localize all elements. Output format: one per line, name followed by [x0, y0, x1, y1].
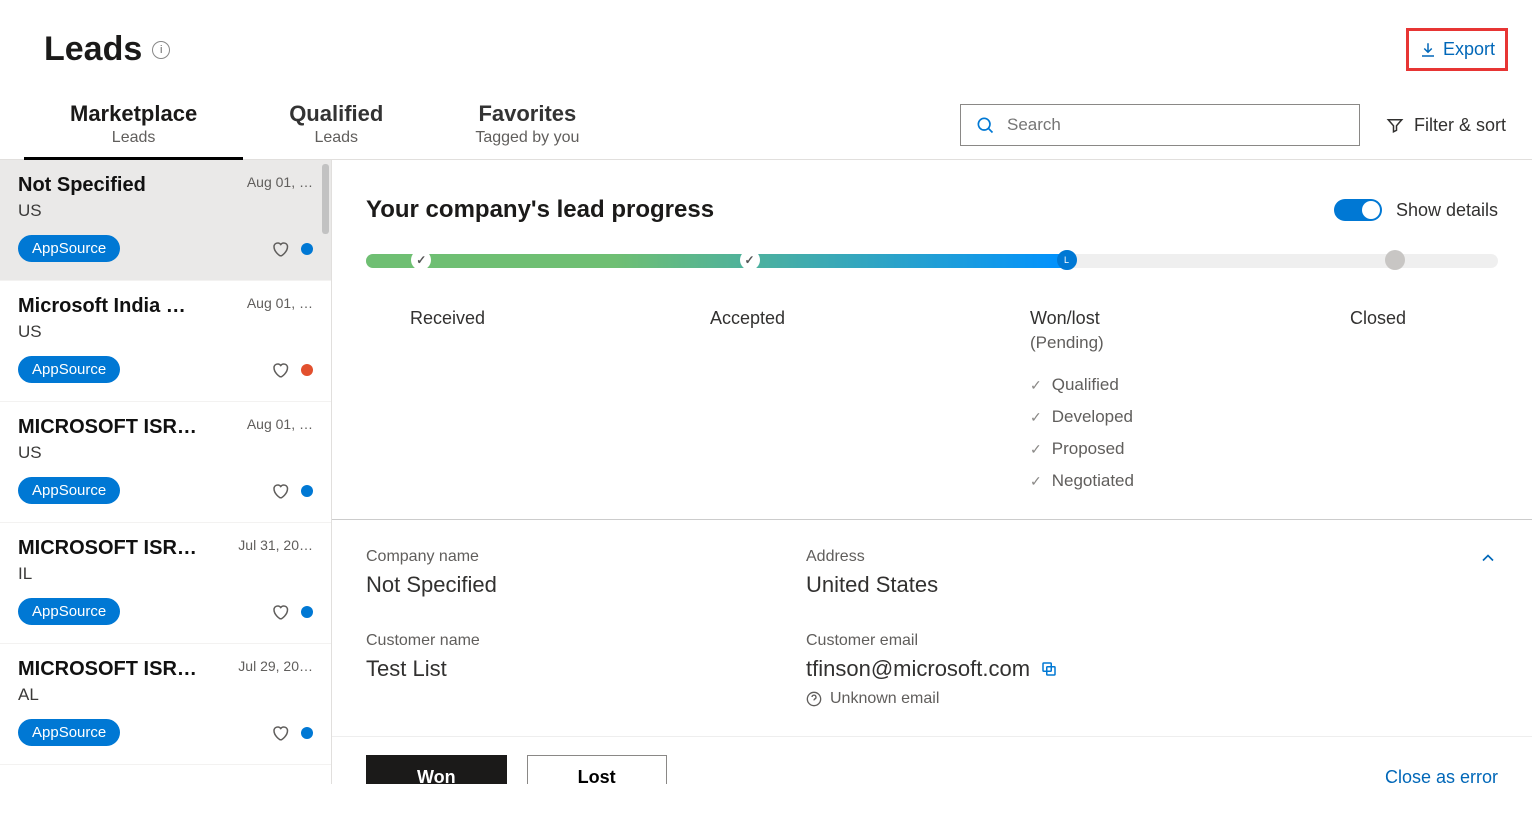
- show-details-toggle[interactable]: [1334, 199, 1382, 221]
- status-dot: [301, 485, 313, 497]
- substep: Proposed: [1030, 439, 1350, 459]
- filter-icon: [1386, 116, 1404, 134]
- copy-icon[interactable]: [1040, 660, 1058, 678]
- label-customer-name: Customer name: [366, 632, 766, 650]
- source-pill: AppSource: [18, 477, 120, 504]
- toggle-label: Show details: [1396, 200, 1498, 221]
- list-item[interactable]: Microsoft India R&…Aug 01, … US AppSourc…: [0, 281, 331, 402]
- leads-list: Not SpecifiedAug 01, … US AppSource Micr…: [0, 160, 332, 784]
- substep: Developed: [1030, 407, 1350, 427]
- status-dot: [301, 243, 313, 255]
- heart-icon[interactable]: [271, 603, 289, 621]
- tab-favorites[interactable]: Favorites Tagged by you: [429, 91, 625, 159]
- source-pill: AppSource: [18, 598, 120, 625]
- status-dot: [301, 727, 313, 739]
- list-item[interactable]: Not SpecifiedAug 01, … US AppSource: [0, 160, 331, 281]
- collapse-icon[interactable]: [1478, 548, 1498, 568]
- list-item[interactable]: MICROSOFT ISRAE…Jul 31, 20… IL AppSource: [0, 523, 331, 644]
- list-item[interactable]: MICROSOFT ISRAE…Aug 01, … US AppSource: [0, 402, 331, 523]
- progress-heading: Your company's lead progress: [366, 196, 714, 224]
- question-icon: [806, 691, 822, 707]
- heart-icon[interactable]: [271, 724, 289, 742]
- status-dot: [301, 606, 313, 618]
- label-customer-email: Customer email: [806, 632, 1498, 650]
- tab-marketplace[interactable]: Marketplace Leads: [24, 91, 243, 159]
- value-company-name: Not Specified: [366, 572, 766, 598]
- source-pill: AppSource: [18, 719, 120, 746]
- download-icon: [1419, 41, 1437, 59]
- progress-bar: L: [366, 254, 1498, 268]
- lost-button[interactable]: Lost: [527, 755, 667, 784]
- stage-node-closed: [1385, 250, 1405, 270]
- heart-icon[interactable]: [271, 482, 289, 500]
- value-customer-email: tfinson@microsoft.com: [806, 656, 1498, 682]
- won-button[interactable]: Won: [366, 755, 507, 784]
- heart-icon[interactable]: [271, 361, 289, 379]
- info-icon[interactable]: i: [152, 41, 170, 59]
- list-item[interactable]: MICROSOFT ISRAE…Jul 29, 20… AL AppSource: [0, 644, 331, 765]
- unknown-email-warning: Unknown email: [806, 690, 1498, 708]
- substep: Negotiated: [1030, 471, 1350, 491]
- source-pill: AppSource: [18, 356, 120, 383]
- search-icon: [975, 115, 995, 135]
- export-button[interactable]: Export: [1406, 28, 1508, 71]
- filter-sort-button[interactable]: Filter & sort: [1360, 115, 1508, 136]
- label-address: Address: [806, 548, 1498, 566]
- source-pill: AppSource: [18, 235, 120, 262]
- detail-panel: Your company's lead progress Show detail…: [332, 160, 1532, 784]
- status-dot: [301, 364, 313, 376]
- value-address: United States: [806, 572, 1498, 598]
- stage-labels: Received Accepted Won/lost (Pending) Qua…: [332, 308, 1532, 503]
- heart-icon[interactable]: [271, 240, 289, 258]
- substep: Qualified: [1030, 375, 1350, 395]
- scrollbar[interactable]: [322, 164, 329, 234]
- tab-qualified[interactable]: Qualified Leads: [243, 91, 429, 159]
- stage-node-accepted: [740, 250, 760, 270]
- close-as-error-link[interactable]: Close as error: [1385, 767, 1498, 785]
- value-customer-name: Test List: [366, 656, 766, 682]
- label-company-name: Company name: [366, 548, 766, 566]
- toggle-knob: [1362, 201, 1380, 219]
- stage-node-wonlost: L: [1057, 250, 1077, 270]
- page-title: Leads i: [44, 30, 170, 69]
- search-input[interactable]: [1007, 115, 1345, 135]
- search-input-wrap[interactable]: [960, 104, 1360, 146]
